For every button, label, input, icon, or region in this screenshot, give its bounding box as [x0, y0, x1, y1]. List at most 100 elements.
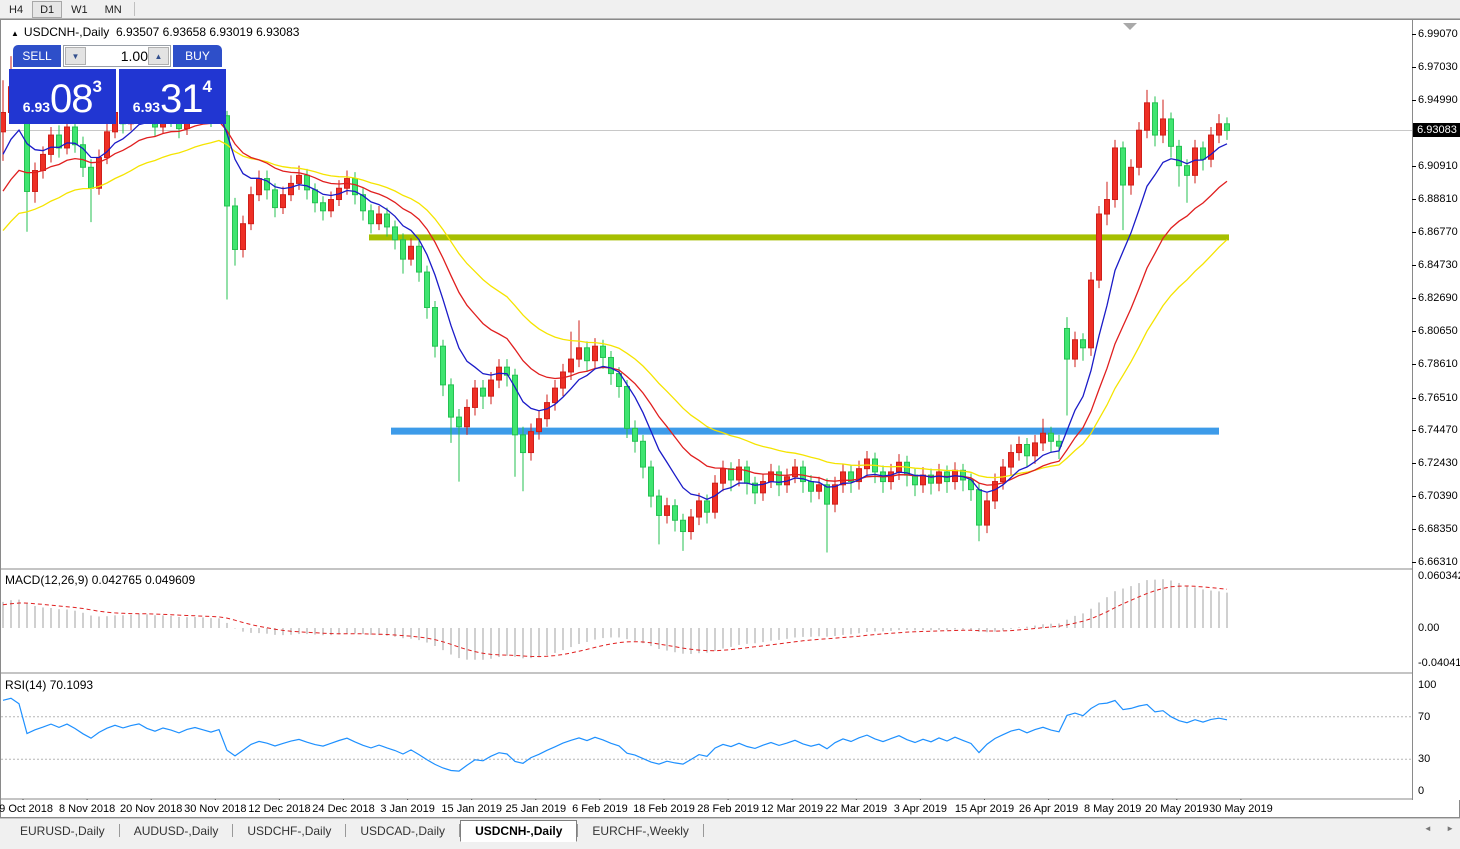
candle-body	[641, 441, 646, 467]
chart-tabs: EURUSD-,DailyAUDUSD-,DailyUSDCHF-,DailyU…	[6, 820, 704, 842]
volume-decrease-button[interactable]: ▼	[65, 47, 86, 65]
candle-body	[49, 135, 54, 154]
price-axis-label: 6.94990	[1418, 94, 1458, 106]
candle-body	[985, 501, 990, 525]
price-axis-tick	[1412, 199, 1416, 200]
candle-body	[1169, 119, 1174, 146]
candle-body	[601, 346, 606, 357]
candle-body	[89, 167, 94, 188]
candle-body	[1105, 200, 1110, 215]
price-axis-label: 6.74470	[1418, 424, 1458, 436]
tab-usdcnh-daily[interactable]: USDCNH-,Daily	[460, 820, 577, 842]
price-axis[interactable]: 6.93083 6.990706.970306.949906.909106.88…	[1412, 20, 1460, 800]
price-axis-tick	[1412, 331, 1416, 332]
candle-body	[545, 403, 550, 419]
candle-body	[633, 428, 638, 441]
date-axis-label: 8 Nov 2018	[59, 803, 115, 815]
rsi-axis-label: 70	[1418, 711, 1430, 723]
tab-scroll-right-icon[interactable]: ►	[1446, 824, 1454, 833]
buy-price-sup: 4	[203, 77, 212, 96]
date-axis-label: 25 Jan 2019	[506, 803, 567, 815]
date-axis-label: 28 Feb 2019	[697, 803, 759, 815]
price-axis-tick	[1412, 398, 1416, 399]
candle-body	[729, 469, 734, 480]
tab-scroll-arrows: ◄ ►	[1412, 824, 1454, 833]
candle-body	[401, 240, 406, 259]
buy-button[interactable]: BUY	[173, 45, 222, 67]
candle-body	[1217, 124, 1222, 135]
sell-price-prefix: 6.93	[23, 99, 50, 115]
candle-body	[1001, 467, 1006, 482]
price-axis-label: 6.72430	[1418, 457, 1458, 469]
volume-increase-button[interactable]: ▲	[148, 47, 169, 65]
price-axis-tick	[1412, 232, 1416, 233]
macd-axis-label: 0.00	[1418, 622, 1439, 634]
candle-body	[553, 388, 558, 403]
sell-button[interactable]: SELL	[13, 45, 61, 67]
rsi-axis-label: 0	[1418, 785, 1424, 797]
collapse-panel-icon[interactable]: ▲	[11, 29, 19, 38]
ohlc-quote: 6.93507 6.93658 6.93019 6.93083	[116, 25, 300, 39]
candle-body	[1073, 340, 1078, 359]
date-axis-label: 3 Apr 2019	[894, 803, 947, 815]
candle-body	[1009, 453, 1014, 468]
candle-body	[385, 214, 390, 227]
candle-body	[865, 459, 870, 469]
candle-body	[481, 388, 486, 396]
candle-body	[713, 483, 718, 512]
candle-body	[1201, 148, 1206, 159]
timeframe-button-w1[interactable]: W1	[63, 1, 96, 18]
tab-scroll-left-icon[interactable]: ◄	[1424, 824, 1432, 833]
mt4-window: H4D1W1MN ▲ USDCNH-,Daily 6.93507 6.93658 …	[0, 0, 1460, 849]
tab-usdcad-daily[interactable]: USDCAD-,Daily	[346, 821, 459, 843]
rsi-line	[3, 698, 1227, 771]
price-axis-tick	[1412, 34, 1416, 35]
candle-body	[665, 506, 670, 516]
buy-price-button[interactable]: 6.93314	[119, 69, 226, 124]
candle-body	[257, 179, 262, 195]
price-axis-label: 6.78610	[1418, 358, 1458, 370]
timeframe-button-h4[interactable]: H4	[1, 1, 31, 18]
candle-body	[425, 272, 430, 307]
date-axis-label: 15 Jan 2019	[441, 803, 502, 815]
macd-label: MACD(12,26,9) 0.042765 0.049609	[5, 573, 195, 587]
price-axis-tick	[1412, 529, 1416, 530]
price-axis-tick	[1412, 496, 1416, 497]
candle-body	[249, 195, 254, 224]
candle-body	[833, 485, 838, 504]
tab-usdchf-daily[interactable]: USDCHF-,Daily	[233, 821, 345, 843]
candle-body	[609, 357, 614, 373]
candle-body	[913, 475, 918, 485]
timeframe-button-mn[interactable]: MN	[97, 1, 130, 18]
candle-body	[1129, 167, 1134, 185]
sell-price-button[interactable]: 6.93083	[9, 69, 116, 124]
candle-body	[1145, 103, 1150, 130]
price-axis-label: 6.70390	[1418, 490, 1458, 502]
chart-title: ▲ USDCNH-,Daily 6.93507 6.93658 6.93019 6…	[11, 25, 299, 39]
candle-body	[625, 386, 630, 428]
candle-body	[473, 388, 478, 407]
rsi-label: RSI(14) 70.1093	[5, 678, 93, 692]
candle-body	[41, 154, 46, 170]
tab-audusd-daily[interactable]: AUDUSD-,Daily	[120, 821, 233, 843]
price-axis-tick	[1412, 100, 1416, 101]
timeframe-button-d1[interactable]: D1	[32, 1, 62, 18]
tab-eurchf-weekly[interactable]: EURCHF-,Weekly	[578, 821, 702, 843]
candle-body	[657, 496, 662, 515]
candle-body	[377, 214, 382, 224]
price-axis-label: 6.80650	[1418, 325, 1458, 337]
price-axis-label: 6.99070	[1418, 28, 1458, 40]
chart-window: ▲ USDCNH-,Daily 6.93507 6.93658 6.93019 6…	[0, 19, 1460, 818]
candle-body	[745, 467, 750, 483]
candle-body	[673, 506, 678, 521]
candle-body	[561, 372, 566, 388]
candle-body	[521, 435, 526, 453]
tab-eurusd-daily[interactable]: EURUSD-,Daily	[6, 821, 119, 843]
volume-input[interactable]	[88, 47, 148, 65]
symbol-period-label: USDCNH-,Daily	[24, 25, 109, 39]
price-axis-label: 6.76510	[1418, 392, 1458, 404]
candle-body	[329, 200, 334, 211]
candle-body	[1177, 146, 1182, 165]
candle-body	[1081, 340, 1086, 348]
date-axis-label: 6 Feb 2019	[572, 803, 628, 815]
